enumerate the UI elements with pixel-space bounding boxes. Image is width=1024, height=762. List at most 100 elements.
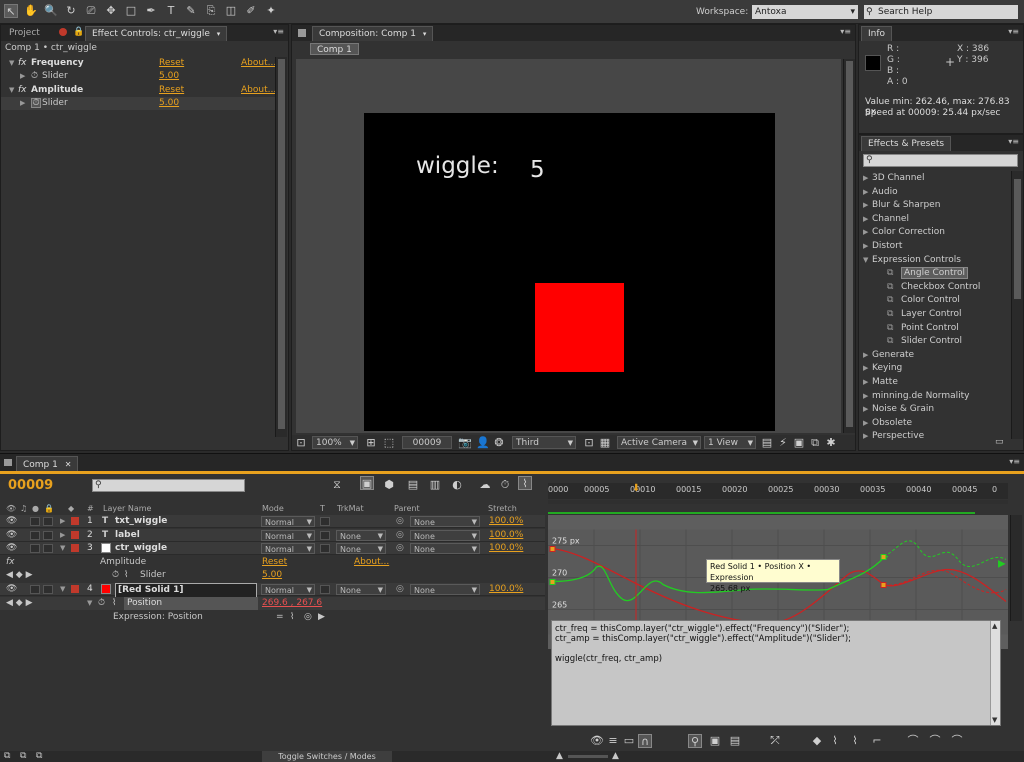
parent-dropdown[interactable]: None ▼ [410,530,480,541]
graph-options-icon[interactable]: ≡ [606,734,620,748]
tab-info[interactable]: Info [861,26,893,41]
trkmat-dropdown[interactable]: None ▼ [336,530,386,541]
presets-search-input[interactable]: ⚲ [863,154,1018,167]
playhead-icon[interactable]: ⬇ [632,483,640,494]
hide-shy-layers-icon[interactable]: ▤ [406,478,420,492]
disclosure-open-icon[interactable]: ▼ [60,583,65,596]
keyframe-marker[interactable] [549,546,556,552]
mask-visibility-icon[interactable]: ⬚ [382,436,396,450]
stopwatch-icon[interactable]: ⏱ [31,70,38,83]
disclosure-closed-icon[interactable]: ▶ [60,529,65,542]
preset-item[interactable]: ▶ Blur & Sharpen [863,199,940,212]
disclosure-open-icon[interactable]: ▼ [9,84,14,97]
scrollbar-thumb[interactable] [278,59,285,429]
expression-enable-icon[interactable]: = [276,611,284,624]
safe-zones-icon[interactable]: ⊞ [364,436,378,450]
fit-selection-icon[interactable]: ⚲ [688,734,702,748]
effect-row-amplitude[interactable]: ▼ fx Amplitude Reset About... [1,84,276,97]
expression-scrollbar[interactable]: ▲ ▼ [990,621,1000,725]
ease-icon[interactable]: ⌇ [848,734,862,748]
keyframe-nav-icon[interactable]: ◀ ◆ ▶ [6,569,33,582]
new-folder-icon[interactable]: ▭ [995,437,1004,447]
tab-effects-presets[interactable]: Effects & Presets [861,136,952,151]
pick-whip-icon[interactable]: ◎ [396,583,404,596]
label-color-swatch[interactable] [71,544,79,552]
fast-previews-icon[interactable]: ⚡ [776,436,790,450]
label-color-swatch[interactable] [71,585,79,593]
flowchart-icon[interactable]: ⧉ [808,436,822,450]
eye-icon[interactable]: 👁 [6,529,17,542]
preset-item[interactable]: ▶ Noise & Grain [863,403,934,416]
slider-value[interactable]: 5.00 [159,97,179,110]
comp-frame[interactable]: wiggle: 5 [364,113,775,431]
preserve-transparency-switch[interactable] [320,517,330,526]
always-preview-icon[interactable]: ⊡ [294,436,308,450]
tab-project[interactable]: Project [3,26,46,41]
stopwatch-icon[interactable]: ⏱ [31,98,41,108]
preserve-transparency-switch[interactable] [320,531,330,540]
graph-editor-icon[interactable]: ⌇ [518,476,532,490]
preset-item[interactable]: ▶ Obsolete [863,417,912,430]
workspace-select[interactable]: Antoxa ▾ [752,5,858,19]
wiggle-value-layer[interactable]: 5 [530,157,545,183]
layer-name[interactable]: [Red Solid 1] [115,583,257,598]
solo-switch[interactable] [30,531,40,540]
keyframe-marker[interactable] [549,579,556,585]
parent-dropdown[interactable]: None ▼ [410,516,480,527]
close-icon[interactable]: ✕ [65,460,72,469]
panel-menu-icon[interactable]: ▾≡ [1009,457,1020,466]
rotate-tool-icon[interactable]: ↻ [64,4,78,18]
position-value[interactable]: 269.6 , 267.6 [262,597,322,610]
red-solid-layer[interactable] [535,283,624,372]
zoom-dropdown[interactable]: 100% ▼ [312,436,358,449]
graph-scrollbar[interactable] [1010,515,1022,621]
pen-tool-icon[interactable]: ✒ [144,4,158,18]
fx-icon[interactable]: fx [6,556,15,569]
preset-item[interactable]: ⧉ Color Control [887,294,960,307]
scroll-down-icon[interactable]: ▼ [992,715,997,725]
trkmat-dropdown[interactable]: None ▼ [336,584,386,595]
preset-item[interactable]: ⧉ Checkbox Control [887,281,980,294]
viewer-scrollbar[interactable] [843,59,855,433]
preset-item[interactable]: ▶ Keying [863,362,902,375]
reset-link[interactable]: Reset [159,57,184,70]
disclosure-closed-icon[interactable]: ▶ [20,97,25,110]
pick-whip-icon[interactable]: ◎ [304,611,312,624]
stretch-value[interactable]: 100.0% [489,583,523,596]
comp-breadcrumb[interactable]: Comp 1 [310,43,359,55]
effect-controls-scrollbar[interactable] [275,57,287,437]
fx-icon[interactable]: fx [18,57,27,70]
stopwatch-icon[interactable]: ⏱ [112,569,119,582]
eye-icon[interactable]: 👁 [6,542,17,555]
solo-switch[interactable] [30,585,40,594]
panel-menu-icon[interactable]: ▾≡ [1008,137,1019,146]
current-time-field[interactable]: 00009 [402,436,452,449]
timeline-icon[interactable]: ▣ [792,436,806,450]
convert-auto-bezier-icon[interactable]: ⌇ [828,734,842,748]
exposure-icon[interactable]: ✱ [824,436,838,450]
show-properties-icon[interactable]: 👁 [590,734,604,748]
effect-row-frequency[interactable]: ▼ fx Frequency Reset About... [1,57,276,70]
time-zoom-slider[interactable] [568,755,608,758]
padlock-icon[interactable]: 🔒 [73,27,84,37]
pick-whip-icon[interactable]: ◎ [396,515,404,528]
expression-graph-icon[interactable]: ⌇ [290,611,294,624]
easy-ease-in-icon[interactable]: ⌐ [870,734,884,748]
expression-editor[interactable]: ctr_freq = thisComp.layer("ctr_wiggle").… [551,620,1001,726]
panel-menu-icon[interactable]: ▾≡ [840,27,851,36]
easy-ease-icon[interactable]: ⌒ [906,734,920,748]
camera-tool-icon[interactable]: ⎚ [84,4,98,18]
blend-mode-dropdown[interactable]: Normal ▼ [261,584,315,595]
roto-brush-tool-icon[interactable]: ✐ [244,4,258,18]
show-snapshot-icon[interactable]: 👤 [476,436,490,450]
search-help-input[interactable]: ⚲ Search Help [864,5,1018,19]
zoom-out-icon[interactable]: ▲ [556,751,563,761]
parent-dropdown[interactable]: None ▼ [410,543,480,554]
stopwatch-icon[interactable]: ⏱ [98,597,105,610]
blend-mode-dropdown[interactable]: Normal ▼ [261,543,315,554]
preserve-transparency-switch[interactable] [320,544,330,553]
tab-effect-controls[interactable]: Effect Controls: ctr_wiggle ▾ [85,26,228,41]
lock-switch[interactable] [43,531,53,540]
layer-row[interactable]: 👁 ▶ 2 Tlabel Normal ▼ None ▼ ◎ None ▼ 100.0% [0,529,545,542]
preset-item[interactable]: ▶ Generate [863,349,914,362]
